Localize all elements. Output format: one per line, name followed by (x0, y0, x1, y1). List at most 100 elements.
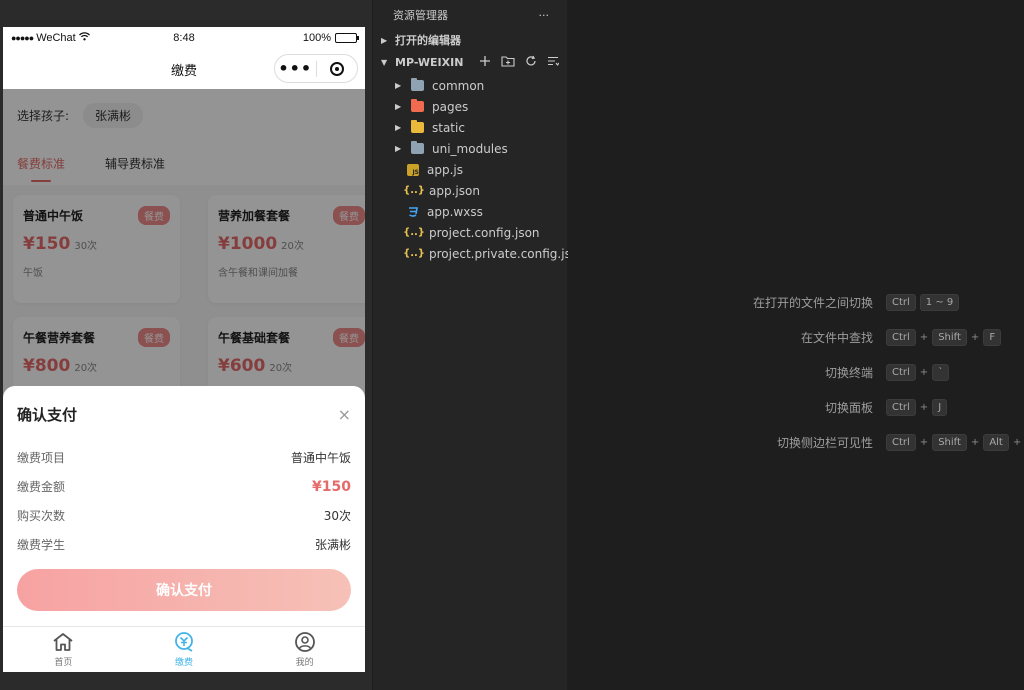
more-icon[interactable]: ••• (275, 59, 316, 78)
explorer-panel: 资源管理器 ··· ▶ 打开的编辑器 ▼ MP-WEIXIN ▶ common … (372, 0, 582, 690)
folder-item[interactable]: ▶ pages (373, 96, 567, 117)
workspace-root-label: MP-WEIXIN (395, 55, 464, 69)
folder-name: uni_modules (432, 141, 508, 156)
chevron-down-icon: ▼ (381, 57, 388, 67)
key-cap: Alt (983, 434, 1009, 451)
folder-name: pages (432, 99, 469, 114)
key-cap: J (932, 399, 948, 416)
chevron-right-icon: ▶ (395, 102, 402, 111)
key-cap: Ctrl (886, 434, 916, 451)
key-cap: ` (932, 364, 950, 381)
tabbar-label: 缴费 (175, 658, 194, 668)
key-cap: Ctrl (886, 364, 916, 381)
row-value: 普通中午饭 (290, 451, 351, 465)
explorer-title: 资源管理器 (393, 9, 448, 22)
shortcut-row: 在文件中查找 Ctrl + Shift + F (568, 329, 1024, 346)
sheet-row-student: 缴费学生 张满彬 (17, 530, 351, 559)
file-name: project.private.config.js... (429, 246, 583, 261)
chevron-right-icon: ▶ (395, 123, 402, 132)
key-cap: Ctrl (886, 294, 916, 311)
key-cap: Ctrl (886, 329, 916, 346)
key-plus: + (970, 437, 980, 448)
profile-icon (294, 631, 316, 653)
collapse-all-icon[interactable] (547, 55, 560, 70)
json-file-icon: {..} (403, 248, 425, 259)
status-time: 8:48 (173, 32, 195, 44)
shortcut-row: 在打开的文件之间切换 Ctrl 1 ~ 9 (568, 294, 1024, 311)
shortcut-row: 切换侧边栏可见性 Ctrl + Shift + Alt + B (568, 434, 1024, 451)
tabbar-home[interactable]: 首页 (3, 627, 124, 672)
close-mini-program-icon[interactable] (317, 61, 358, 76)
confirm-payment-button[interactable]: 确认支付 (17, 569, 351, 611)
open-editors-label: 打开的编辑器 (395, 34, 461, 47)
js-file-icon: JS (407, 163, 419, 176)
sheet-row-item: 缴费项目 普通中午饭 (17, 443, 351, 472)
payment-page: 选择孩子: 张满彬 餐费标准 辅导费标准 普通中午饭 餐费 ¥150 30次 午饭 (3, 89, 365, 672)
page-title: 缴费 (170, 63, 197, 79)
file-name: app.wxss (427, 204, 483, 219)
new-file-icon[interactable] (479, 55, 491, 70)
row-key: 缴费项目 (17, 451, 66, 465)
payment-icon (173, 631, 195, 653)
phone-screen: ●●●●● WeChat 8:48 100% 缴费 ••• 选择孩子: 张满彬 … (3, 27, 365, 672)
workspace-root[interactable]: ▼ MP-WEIXIN (373, 52, 567, 72)
refresh-icon[interactable] (525, 55, 537, 70)
shortcut-label: 切换侧边栏可见性 (776, 436, 873, 450)
new-folder-icon[interactable] (501, 55, 515, 70)
home-icon (52, 631, 74, 653)
open-editors-section[interactable]: ▶ 打开的编辑器 (373, 30, 567, 50)
app-root: ●●●●● WeChat 8:48 100% 缴费 ••• 选择孩子: 张满彬 … (0, 0, 1024, 690)
file-item[interactable]: app.wxss (373, 201, 567, 222)
folder-item[interactable]: ▶ common (373, 75, 567, 96)
shortcut-row: 切换面板 Ctrl + J (568, 399, 1024, 416)
key-cap: 1 ~ 9 (919, 294, 960, 311)
key-plus: + (919, 402, 929, 413)
file-item[interactable]: JS app.js (373, 159, 567, 180)
tabbar-label: 首页 (54, 658, 73, 668)
json-file-icon: {..} (403, 227, 425, 238)
row-value: ¥150 (312, 478, 351, 495)
sheet-row-count: 购买次数 30次 (17, 501, 351, 530)
nav-bar: 缴费 ••• (3, 49, 365, 89)
css-file-icon (407, 206, 419, 218)
row-key: 缴费学生 (17, 538, 66, 552)
battery-icon (335, 33, 359, 43)
folder-item[interactable]: ▶ uni_modules (373, 138, 567, 159)
shortcut-label: 在文件中查找 (800, 331, 873, 345)
key-plus: + (1012, 437, 1022, 448)
shortcut-row: 切换终端 Ctrl + ` (568, 364, 1024, 381)
chevron-right-icon: ▶ (381, 35, 388, 45)
sheet-row-amount: 缴费金额 ¥150 (17, 472, 351, 501)
folder-name: common (432, 78, 485, 93)
file-item[interactable]: {..} project.config.json (373, 222, 567, 243)
tabbar-payment[interactable]: 缴费 (124, 627, 245, 672)
mini-program-capsule: ••• (274, 54, 358, 83)
shortcut-label: 切换终端 (824, 366, 873, 380)
chevron-right-icon: ▶ (395, 81, 402, 90)
bottom-tab-bar: 首页 缴费 我的 (3, 626, 365, 672)
folder-icon (411, 120, 424, 133)
close-icon[interactable]: × (338, 405, 351, 424)
key-cap: Shift (932, 434, 967, 451)
folder-icon (411, 78, 424, 91)
folder-name: static (432, 120, 465, 135)
folder-icon (411, 99, 424, 112)
shortcut-label: 切换面板 (824, 401, 873, 415)
row-value: 张满彬 (314, 538, 351, 552)
folder-item[interactable]: ▶ static (373, 117, 567, 138)
chevron-right-icon: ▶ (395, 144, 402, 153)
more-actions-icon[interactable]: ··· (539, 9, 550, 22)
row-value: 30次 (323, 509, 351, 523)
file-item[interactable]: {..} app.json (373, 180, 567, 201)
key-cap: F (983, 329, 1002, 346)
tabbar-profile[interactable]: 我的 (244, 627, 365, 672)
json-file-icon: {..} (403, 185, 425, 196)
file-item[interactable]: {..} project.private.config.js... (373, 243, 582, 264)
shortcut-label: 在打开的文件之间切换 (752, 296, 873, 310)
file-name: app.json (429, 183, 480, 198)
key-plus: + (970, 332, 980, 343)
folder-icon (411, 141, 424, 154)
key-plus: + (919, 332, 929, 343)
file-name: app.js (427, 162, 463, 177)
key-cap: Shift (932, 329, 967, 346)
